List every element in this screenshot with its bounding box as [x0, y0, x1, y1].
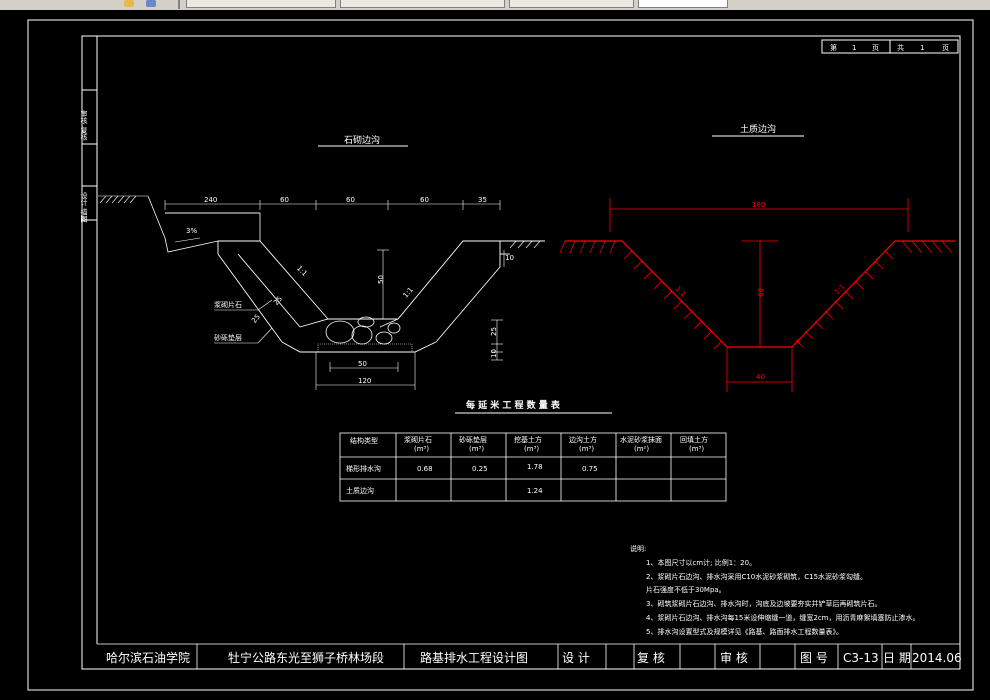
- quantity-table-header: 结构类型 浆砌片石 (m³) 砂砾垫层 (m³) 挖基土方 (m³) 边沟土方 …: [350, 435, 708, 453]
- soil-bottom-width: 40: [756, 373, 765, 381]
- gravel-bed: [317, 343, 413, 353]
- th-6: 回填土方: [680, 435, 708, 444]
- tb-date-label: 日 期: [883, 651, 911, 665]
- th-4: 边沟土方: [569, 435, 597, 444]
- dim-top-4: 60: [420, 196, 429, 204]
- note-5: 5、排水沟设置型式及规模详见《路基、路面排水工程数量表》。: [646, 627, 843, 636]
- toolbar-icon-a[interactable]: [124, 0, 134, 7]
- dim-top-1: 240: [204, 196, 217, 204]
- note-3: 3、砌筑浆砌片石边沟、排水沟时，沟底及边坡要夯实并铲草后再砌筑片石。: [646, 599, 881, 608]
- callout-masonry: 浆砌片石: [214, 300, 242, 309]
- soil-slope-left: 1:1: [674, 285, 688, 299]
- note-1: 1、本图尺寸以cm计; 比例1：20。: [646, 558, 756, 567]
- base-dim-upper: 25: [490, 327, 498, 336]
- stone-ditch-title: 石砌边沟: [344, 134, 380, 146]
- note-2: 2、浆砌片石边沟、排水沟采用C10水泥砂浆砌筑，C15水泥砂浆勾缝。: [646, 572, 867, 581]
- th-2-unit: (m³): [469, 445, 484, 453]
- soil-ditch-section: 土质边沟 180 60 1:1 1:1 40: [559, 123, 955, 392]
- total-prefix: 共: [897, 43, 904, 52]
- th-3: 挖基土方: [514, 435, 542, 444]
- rubble-stones: [325, 316, 401, 345]
- row1-ditch: 0.75: [582, 465, 598, 473]
- toolbar-separator: [178, 0, 180, 9]
- bottom-inner-width: 50: [358, 360, 367, 368]
- soil-hatch: [559, 240, 953, 350]
- stone-slope-small: 3%: [186, 227, 197, 235]
- quantity-table-title: 每 延 米 工 程 数 量 表: [466, 399, 561, 411]
- toolbar-tab-1[interactable]: [186, 0, 336, 8]
- notes: 说明: 1、本图尺寸以cm计; 比例1：20。 2、浆砌片石边沟、排水沟采用C1…: [630, 544, 919, 636]
- dim-top-3: 60: [346, 196, 355, 204]
- notes-heading: 说明:: [630, 544, 646, 553]
- th-1: 浆砌片石: [404, 435, 432, 444]
- window-toolbar: [0, 0, 990, 10]
- dim-top-5: 35: [478, 196, 487, 204]
- bottom-thk: 25: [250, 313, 262, 325]
- base-dim-lower: 10: [490, 349, 498, 358]
- tb-design: 设 计: [562, 651, 590, 665]
- total-unit: 页: [942, 44, 949, 52]
- tb-project: 牡宁公路东光至狮子桥林场段: [228, 650, 384, 665]
- note-4: 4、浆砌片石边沟、排水沟每15米设伸缩缝一道，缝宽2cm，用沥青麻絮填塞防止渗水…: [646, 613, 919, 622]
- bottom-outer-width: 120: [358, 377, 371, 385]
- note-2b: 片石强度不低于30Mpa。: [646, 585, 726, 594]
- tb-drawing: 路基排水工程设计图: [420, 650, 528, 665]
- th-2: 砂砾垫层: [459, 435, 487, 444]
- page-no: 1: [852, 44, 856, 52]
- ground-hatch-right: [509, 240, 541, 249]
- soil-ditch-title: 土质边沟: [740, 123, 776, 135]
- th-6-unit: (m³): [689, 445, 704, 453]
- page-no-prefix: 第: [830, 43, 837, 52]
- right-thk-dims: [491, 250, 505, 361]
- right-dim-top: 10: [505, 254, 514, 262]
- outer-frame: [27, 19, 974, 691]
- side-slope-left: 1:1: [295, 264, 309, 278]
- tb-date: 2014.06: [912, 651, 962, 665]
- callout-gravel: 砂砾垫层: [214, 333, 242, 342]
- ground-hatch-left: [98, 195, 148, 204]
- slope-arrow: [174, 237, 201, 243]
- th-0: 结构类型: [350, 436, 378, 445]
- row1-gravel: 0.25: [472, 465, 488, 473]
- page-no-unit: 页: [872, 44, 879, 52]
- stone-ditch-section: 石砌边沟 3% 240 60 60 60 35 50 1:1 1:1 25 25…: [98, 134, 545, 390]
- th-5: 水泥砂浆抹面: [620, 435, 662, 444]
- th-1-unit: (m³): [414, 445, 429, 453]
- toolbar-icon-b[interactable]: [146, 0, 156, 7]
- stone-depth: 50: [377, 275, 385, 284]
- th-5-unit: (m²): [634, 445, 649, 453]
- toolbar-tab-4[interactable]: [638, 0, 728, 8]
- row2-excav: 1.24: [527, 487, 543, 495]
- tb-figno: C3-13: [843, 651, 879, 665]
- side-slope-right: 1:1: [401, 286, 414, 300]
- row1-masonry: 0.68: [417, 465, 433, 473]
- row1-type: 梯形排水沟: [346, 464, 381, 473]
- th-3-unit: (m³): [524, 445, 539, 453]
- soil-slope-right: 1:1: [833, 283, 847, 297]
- tb-school: 哈尔滨石油学院: [106, 650, 190, 665]
- tb-review: 审 核: [720, 650, 748, 665]
- left-strip-text-top: 审核 复核: [80, 109, 88, 141]
- tb-figno-label: 图 号: [800, 651, 828, 665]
- tb-check: 复 核: [637, 651, 665, 665]
- total-pages: 1: [920, 44, 924, 52]
- th-4-unit: (m³): [579, 445, 594, 453]
- left-strip-text-bottom: 设计 描图: [80, 191, 88, 223]
- row1-excav: 1.78: [527, 463, 543, 471]
- soil-depth: 60: [757, 288, 765, 297]
- soil-top-width: 180: [752, 201, 765, 209]
- dim-top-2: 60: [280, 196, 289, 204]
- toolbar-tab-3[interactable]: [509, 0, 634, 8]
- drawing-canvas[interactable]: 审核 复核 设计 描图 第 1 页 共 1 页 石砌边沟 3% 240 60 6…: [0, 10, 990, 700]
- title-block: [97, 643, 960, 669]
- toolbar-tab-2[interactable]: [340, 0, 505, 8]
- row2-type: 土质边沟: [346, 486, 374, 495]
